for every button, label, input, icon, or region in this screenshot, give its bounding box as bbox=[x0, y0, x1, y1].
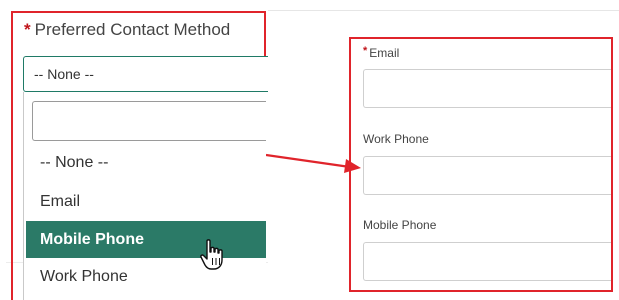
dropdown-option-mobile-phone[interactable]: Mobile Phone bbox=[26, 221, 266, 258]
email-label-text: Email bbox=[369, 46, 400, 60]
arrow-right-icon bbox=[266, 153, 361, 173]
required-marker: * bbox=[24, 20, 31, 39]
required-marker: * bbox=[363, 45, 368, 57]
email-label: * Email bbox=[363, 45, 400, 60]
dropdown-search-input[interactable] bbox=[32, 101, 266, 141]
dropdown-option-email[interactable]: Email bbox=[26, 183, 266, 220]
preferred-contact-method-label-text: Preferred Contact Method bbox=[34, 20, 231, 39]
dropdown-option-none[interactable]: -- None -- bbox=[26, 144, 266, 181]
dropdown-option-work-phone[interactable]: Work Phone bbox=[26, 258, 266, 295]
select-current-value: -- None -- bbox=[34, 66, 94, 82]
divider bbox=[268, 10, 619, 11]
hand-pointer-cursor-icon bbox=[200, 239, 223, 270]
mobile-phone-label: Mobile Phone bbox=[363, 218, 437, 232]
mobile-phone-field[interactable] bbox=[363, 242, 611, 281]
preferred-contact-method-label: * Preferred Contact Method bbox=[24, 20, 230, 40]
preferred-contact-method-select[interactable]: -- None -- bbox=[23, 56, 268, 92]
work-phone-field[interactable] bbox=[363, 156, 611, 195]
work-phone-label: Work Phone bbox=[363, 132, 429, 146]
email-field[interactable] bbox=[363, 69, 611, 108]
